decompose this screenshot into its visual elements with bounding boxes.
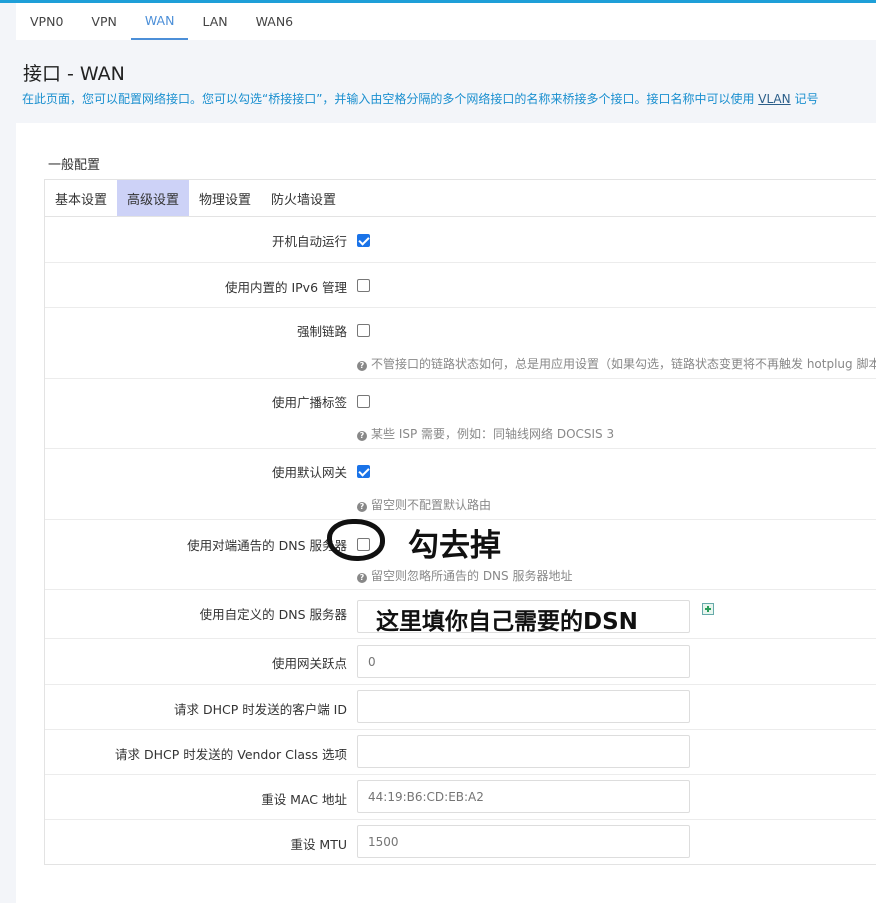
tab-wan[interactable]: WAN <box>130 3 189 40</box>
page-description: 在此页面，您可以配置网络接口。您可以勾选“桥接接口”，并输入由空格分隔的多个网络… <box>22 90 876 107</box>
help-text-content: 不管接口的链路状态如何，总是用应用设置（如果勾选，链路状态变更将不再触发 hot… <box>371 357 876 371</box>
help-text: ? 留空则不配置默认路由 <box>357 496 876 513</box>
subtab-firewall[interactable]: 防火墙设置 <box>261 180 346 216</box>
tab-vpn0[interactable]: VPN0 <box>16 3 77 40</box>
question-icon: ? <box>357 431 367 441</box>
tab-wan6[interactable]: WAN6 <box>242 3 308 40</box>
vlan-link[interactable]: VLAN <box>758 92 790 106</box>
help-text: ? 不管接口的链路状态如何，总是用应用设置（如果勾选，链路状态变更将不再触发 ho… <box>357 355 876 372</box>
row-gateway-metric: 使用网关跃点 <box>45 639 876 685</box>
gateway-metric-input[interactable] <box>357 645 690 678</box>
config-subtabs: 基本设置 高级设置 物理设置 防火墙设置 <box>44 179 876 217</box>
subtab-basic[interactable]: 基本设置 <box>45 180 117 216</box>
default-gateway-checkbox[interactable] <box>357 465 370 478</box>
annotation-uncheck-note: 勾去掉 <box>408 528 501 564</box>
field-label: 使用默认网关 <box>271 465 347 480</box>
row-client-id: 请求 DHCP 时发送的客户端 ID <box>45 685 876 730</box>
subtab-advanced[interactable]: 高级设置 <box>117 180 190 216</box>
add-entry-icon[interactable] <box>702 603 714 615</box>
force-link-checkbox[interactable] <box>357 324 370 337</box>
field-label: 使用广播标签 <box>271 395 347 410</box>
row-force-link: 强制链路 ? 不管接口的链路状态如何，总是用应用设置（如果勾选，链路状态变更将不再… <box>45 308 876 379</box>
field-label: 重设 MAC 地址 <box>261 792 347 807</box>
tab-vpn[interactable]: VPN <box>77 3 130 40</box>
help-text-content: 留空则不配置默认路由 <box>371 498 492 512</box>
field-label: 请求 DHCP 时发送的客户端 ID <box>173 702 347 717</box>
field-label: 请求 DHCP 时发送的 Vendor Class 选项 <box>115 747 347 762</box>
interface-tabs: VPN0 VPN WAN LAN WAN6 <box>16 3 876 40</box>
field-label: 使用自定义的 DNS 服务器 <box>199 607 347 622</box>
field-label: 开机自动运行 <box>271 234 347 249</box>
auto-start-checkbox[interactable] <box>357 234 370 247</box>
field-label: 使用内置的 IPv6 管理 <box>224 280 347 295</box>
vendor-class-input[interactable] <box>357 735 690 768</box>
question-icon: ? <box>357 361 367 371</box>
row-ipv6-manage: 使用内置的 IPv6 管理 <box>45 263 876 308</box>
field-label: 强制链路 <box>296 324 347 339</box>
row-auto-start: 开机自动运行 <box>45 217 876 263</box>
tab-lan[interactable]: LAN <box>188 3 241 40</box>
help-text-content: 留空则忽略所通告的 DNS 服务器地址 <box>371 569 573 583</box>
row-vendor-class: 请求 DHCP 时发送的 Vendor Class 选项 <box>45 730 876 775</box>
help-text: ? 某些 ISP 需要，例如：同轴线网络 DOCSIS 3 <box>357 425 876 442</box>
annotation-dns-note: 这里填你自己需要的DSN <box>376 609 638 635</box>
question-icon: ? <box>357 573 367 583</box>
description-text: 在此页面，您可以配置网络接口。您可以勾选“桥接接口”，并输入由空格分隔的多个网络… <box>22 92 759 106</box>
mac-address-input[interactable] <box>357 780 690 813</box>
ipv6-manage-checkbox[interactable] <box>357 279 370 292</box>
mtu-input[interactable] <box>357 825 690 858</box>
row-mac-address: 重设 MAC 地址 <box>45 775 876 820</box>
field-label: 使用对端通告的 DNS 服务器 <box>187 538 347 553</box>
question-icon: ? <box>357 502 367 512</box>
row-default-gateway: 使用默认网关 ? 留空则不配置默认路由 <box>45 449 876 520</box>
field-label: 使用网关跃点 <box>271 656 347 671</box>
row-mtu: 重设 MTU <box>45 820 876 865</box>
subtab-physical[interactable]: 物理设置 <box>189 180 261 216</box>
client-id-input[interactable] <box>357 690 690 723</box>
section-title: 一般配置 <box>48 158 101 173</box>
help-text: ? 留空则忽略所通告的 DNS 服务器地址 <box>357 567 876 584</box>
description-text-end: 记号 <box>790 92 819 106</box>
field-label: 重设 MTU <box>290 837 347 852</box>
help-text-content: 某些 ISP 需要，例如：同轴线网络 DOCSIS 3 <box>371 427 615 441</box>
broadcast-flag-checkbox[interactable] <box>357 395 370 408</box>
page-title: 接口 - WAN <box>23 63 125 85</box>
annotation-circle-marker <box>327 519 385 561</box>
row-broadcast-flag: 使用广播标签 ? 某些 ISP 需要，例如：同轴线网络 DOCSIS 3 <box>45 379 876 449</box>
